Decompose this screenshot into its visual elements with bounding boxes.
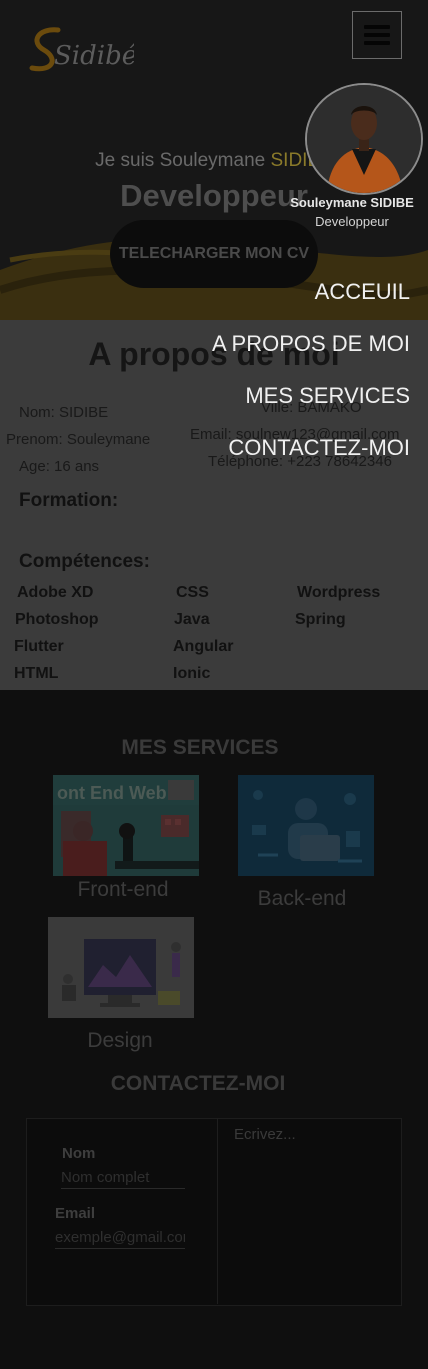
contact-title: CONTACTEZ-MOI (110, 1072, 286, 1095)
about-section: A propos de moi Nom: SIDIBE Prenom: Soul… (0, 320, 428, 690)
info-age: Age: 16 ans (19, 458, 100, 475)
email-label: Email (55, 1205, 96, 1222)
skill-item: Flutter (14, 638, 64, 655)
profile-photo (307, 85, 421, 193)
avatar (305, 83, 423, 195)
skill-item: Angular (173, 638, 234, 655)
menu-item-a-propos[interactable]: A PROPOS DE MOI (212, 331, 410, 357)
frontend-illustration-icon: ont End Web (53, 775, 199, 876)
page: Sidibé Je suis Souleymane SIDIBE Develop… (0, 0, 428, 1369)
competences-title: Compétences: (19, 551, 150, 572)
skill-item: Photoshop (15, 611, 99, 628)
skill-item: Adobe XD (17, 584, 94, 601)
logo-text: Sidibé (54, 41, 134, 71)
message-textarea[interactable] (228, 1122, 404, 1300)
skill-item: Spring (295, 611, 346, 628)
download-cv-button[interactable]: TELECHARGER MON CV (110, 220, 318, 288)
frontend-image[interactable]: ont End Web (53, 775, 199, 876)
skill-item: HTML (14, 665, 59, 682)
service-label-frontend: Front-end (77, 878, 169, 901)
name-input[interactable] (61, 1166, 185, 1189)
skill-item: Wordpress (297, 584, 381, 601)
email-input[interactable] (55, 1226, 185, 1249)
hamburger-icon (364, 25, 390, 29)
frontend-image-text: ont End Web (57, 783, 167, 803)
design-illustration-icon (48, 917, 194, 1018)
form-divider (217, 1118, 218, 1304)
info-prenom: Prenom: Souleymane (6, 431, 151, 448)
menu-item-acceuil[interactable]: ACCEUIL (315, 279, 410, 305)
service-label-design: Design (87, 1029, 153, 1052)
formation-title: Formation: (19, 490, 119, 511)
profile-name: Souleymane SIDIBE (290, 195, 414, 210)
profile-role: Developpeur (315, 214, 389, 229)
backend-illustration-icon (238, 775, 374, 876)
hero-intro-text: Je suis Souleymane (95, 150, 271, 171)
hamburger-icon (364, 33, 390, 37)
hamburger-icon (364, 41, 390, 45)
menu-toggle-button[interactable] (352, 11, 402, 59)
service-label-backend: Back-end (257, 887, 347, 910)
design-image[interactable] (48, 917, 194, 1018)
services-title: MES SERVICES (121, 736, 279, 759)
skill-item: Ionic (173, 665, 211, 682)
logo[interactable]: Sidibé (24, 22, 134, 78)
skill-item: CSS (176, 584, 209, 601)
name-label: Nom (62, 1145, 96, 1162)
backend-image[interactable] (238, 775, 374, 876)
info-nom: Nom: SIDIBE (19, 404, 109, 421)
menu-item-contact[interactable]: CONTACTEZ-MOI (228, 435, 410, 461)
menu-item-services[interactable]: MES SERVICES (245, 383, 410, 409)
skill-item: Java (174, 611, 210, 628)
